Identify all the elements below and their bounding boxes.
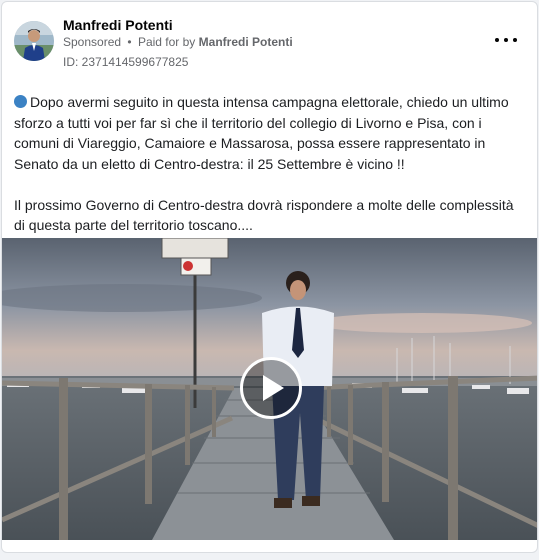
- meta-separator: •: [127, 35, 132, 49]
- ad-id: ID: 2371414599677825: [63, 55, 189, 69]
- avatar[interactable]: [14, 21, 54, 61]
- more-dot: [513, 38, 517, 42]
- sponsored-label: Sponsored: [63, 35, 122, 49]
- sponsored-post-card: Manfredi Potenti Sponsored • Paid for by…: [1, 1, 538, 553]
- post-paragraph: Il prossimo Governo di Centro-destra dov…: [14, 196, 514, 234]
- play-icon[interactable]: [240, 357, 302, 419]
- post-header: Manfredi Potenti Sponsored • Paid for by…: [2, 2, 537, 82]
- post-paragraph-text: Dopo avermi seguito in questa intensa ca…: [14, 94, 509, 172]
- more-options-icon[interactable]: [495, 32, 517, 48]
- payer-name[interactable]: Manfredi Potenti: [199, 35, 293, 49]
- paid-for-by-label: Paid for by: [137, 35, 196, 49]
- blue-circle-icon: [14, 95, 27, 108]
- more-dot: [504, 38, 508, 42]
- play-triangle: [263, 375, 284, 401]
- sponsored-meta: Sponsored • Paid for by Manfredi Potenti: [63, 35, 293, 49]
- post-text: Dopo avermi seguito in questa intensa ca…: [14, 92, 528, 236]
- video-thumbnail[interactable]: [2, 238, 537, 540]
- avatar-image: [14, 21, 54, 61]
- more-dot: [495, 38, 499, 42]
- author-name[interactable]: Manfredi Potenti: [63, 17, 173, 33]
- post-paragraph: Dopo avermi seguito in questa intensa ca…: [14, 92, 528, 174]
